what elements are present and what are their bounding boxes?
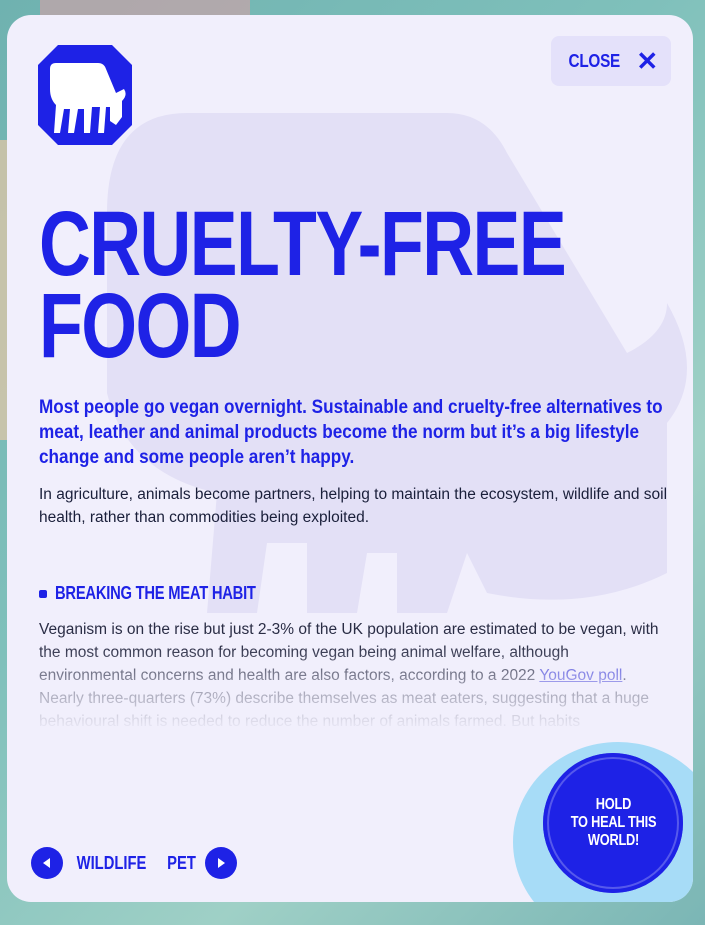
next-button[interactable] [205, 847, 237, 879]
section-heading: BREAKING THE MEAT HABIT [39, 583, 300, 604]
page-title: CRUELTY-FREE FOOD [39, 193, 567, 377]
next-label[interactable]: PET [167, 853, 196, 874]
cow-logo-icon [38, 45, 132, 145]
bullet-icon [39, 589, 47, 598]
lead-paragraph: Most people go vegan overnight. Sustaina… [39, 396, 663, 468]
prev-button[interactable] [31, 847, 63, 879]
yougov-poll-link[interactable]: YouGov poll [539, 667, 622, 684]
hold-to-heal-button[interactable]: HOLD TO HEAL THIS WORLD! [543, 753, 683, 893]
hold-button-label: HOLD TO HEAL THIS WORLD! [570, 796, 656, 849]
section-body: Veganism is on the rise but just 2-3% of… [39, 621, 659, 726]
chapter-navigation: WILDLIFE PET [31, 847, 237, 879]
close-label: CLOSE [568, 50, 620, 71]
prev-label[interactable]: WILDLIFE [77, 853, 147, 874]
section-title: BREAKING THE MEAT HABIT [55, 583, 256, 603]
close-button[interactable]: CLOSE ✕ [551, 36, 671, 86]
close-icon: ✕ [636, 46, 659, 76]
arrow-left-icon [43, 858, 50, 868]
modal-dialog: CLOSE ✕ CRUELTY-FREE FOOD Most people go … [7, 15, 693, 902]
intro-paragraph: In agriculture, animals become partners,… [39, 486, 668, 526]
arrow-right-icon [218, 858, 225, 868]
